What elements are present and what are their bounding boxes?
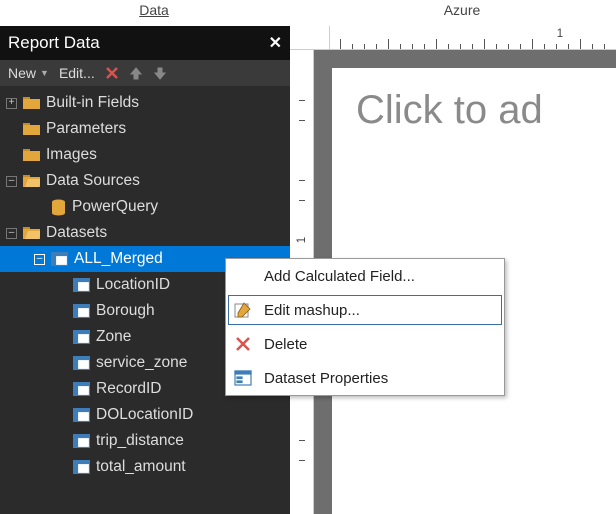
menu-data[interactable]: Data — [0, 0, 308, 26]
menu-azure[interactable]: Azure — [308, 0, 616, 26]
ruler-mark: 1 — [296, 237, 308, 243]
field-icon — [73, 278, 90, 292]
tree-label: trip_distance — [96, 432, 184, 450]
arrow-up-icon — [129, 66, 143, 80]
context-menu: Add Calculated Field... Edit mashup... D… — [225, 258, 505, 396]
ctx-label: Dataset Properties — [264, 370, 388, 387]
title-placeholder[interactable]: Click to ad — [356, 88, 543, 133]
ctx-label: Edit mashup... — [264, 302, 360, 319]
chevron-down-icon: ▼ — [40, 68, 49, 78]
ctx-label: Delete — [264, 336, 307, 353]
panel-title: Report Data — [8, 33, 100, 53]
field-icon — [73, 356, 90, 370]
panel-toolbar: New ▼ Edit... — [0, 60, 290, 86]
delete-icon — [230, 333, 256, 355]
tree-node-powerquery[interactable]: PowerQuery — [0, 194, 290, 220]
ctx-label: Add Calculated Field... — [264, 268, 415, 285]
ruler-corner — [290, 26, 330, 50]
expander-icon[interactable]: – — [6, 228, 17, 239]
dataset-icon — [51, 252, 68, 266]
delete-icon[interactable] — [105, 66, 119, 80]
folder-icon — [23, 148, 40, 162]
field-icon — [73, 304, 90, 318]
tree-label: Datasets — [46, 224, 107, 242]
folder-open-icon — [23, 174, 40, 188]
ctx-delete[interactable]: Delete — [226, 327, 504, 361]
tree-label: Images — [46, 146, 97, 164]
edit-button[interactable]: Edit... — [59, 65, 95, 81]
tree-node-field[interactable]: trip_distance — [0, 428, 290, 454]
tree-label: total_amount — [96, 458, 186, 476]
tree-label: Borough — [96, 302, 155, 320]
ctx-edit-mashup[interactable]: Edit mashup... — [226, 293, 504, 327]
tree-node-field[interactable]: DOLocationID — [0, 402, 290, 428]
folder-icon — [23, 96, 40, 110]
field-icon — [73, 408, 90, 422]
blank-icon — [230, 265, 256, 287]
ctx-add-calculated-field[interactable]: Add Calculated Field... — [226, 259, 504, 293]
close-icon[interactable]: ✕ — [269, 33, 282, 53]
tree-node-images[interactable]: Images — [0, 142, 290, 168]
field-icon — [73, 434, 90, 448]
folder-open-icon — [23, 226, 40, 240]
arrow-down-icon — [153, 66, 167, 80]
tree-label: PowerQuery — [72, 198, 158, 216]
expander-icon[interactable]: – — [6, 176, 17, 187]
folder-icon — [23, 122, 40, 136]
tree-label: Data Sources — [46, 172, 140, 190]
field-icon — [73, 330, 90, 344]
expander-icon[interactable]: – — [34, 254, 45, 265]
tree-node-datasets[interactable]: – Datasets — [0, 220, 290, 246]
tree-label: DOLocationID — [96, 406, 193, 424]
tree-label: service_zone — [96, 354, 187, 372]
field-icon — [73, 460, 90, 474]
tree-label: ALL_Merged — [74, 250, 163, 268]
tree-label: LocationID — [96, 276, 170, 294]
tree-label: RecordID — [96, 380, 161, 398]
tree-label: Zone — [96, 328, 131, 346]
edit-icon — [230, 299, 256, 321]
new-button[interactable]: New — [8, 65, 36, 81]
expander-icon[interactable]: + — [6, 98, 17, 109]
tree-label: Parameters — [46, 120, 126, 138]
ctx-dataset-properties[interactable]: Dataset Properties — [226, 361, 504, 395]
ruler-horizontal: 1 — [330, 26, 616, 50]
tree-node-datasources[interactable]: – Data Sources — [0, 168, 290, 194]
tree-label: Built-in Fields — [46, 94, 139, 112]
properties-icon — [230, 367, 256, 389]
field-icon — [73, 382, 90, 396]
tree-node-field[interactable]: total_amount — [0, 454, 290, 480]
ruler-mark: 1 — [557, 28, 563, 40]
database-icon — [51, 199, 66, 216]
tree-node-builtin[interactable]: + Built-in Fields — [0, 90, 290, 116]
tree-node-parameters[interactable]: Parameters — [0, 116, 290, 142]
